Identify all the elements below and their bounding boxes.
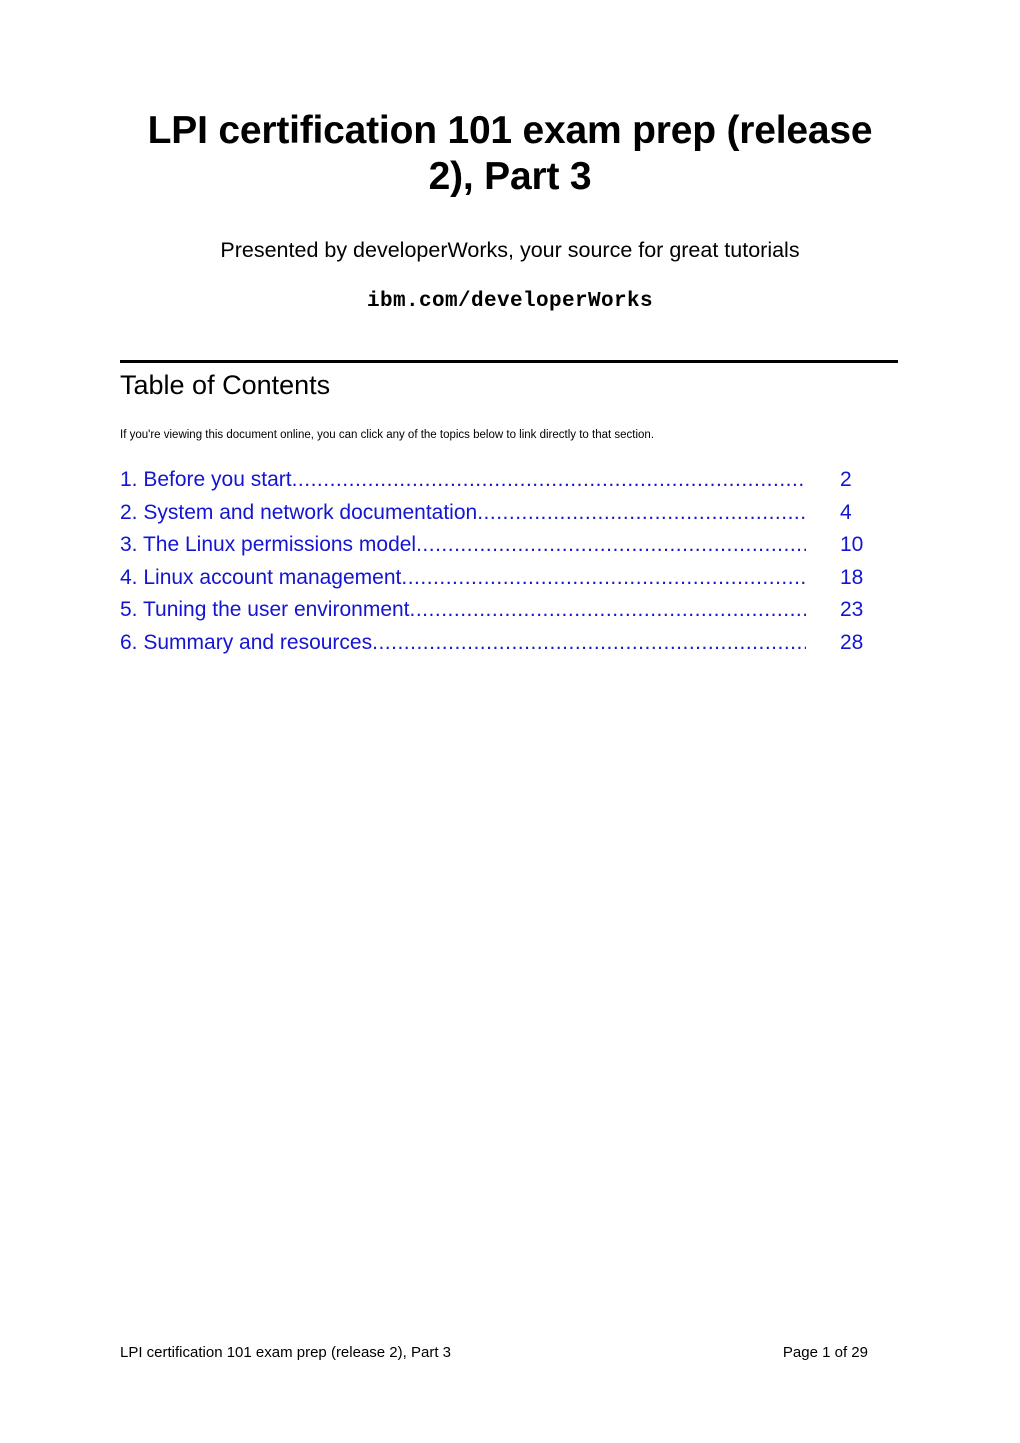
toc-leader-dots: ........................................… xyxy=(477,500,806,524)
toc-link-3[interactable]: 3. The Linux permissions model..........… xyxy=(120,529,806,562)
toc-entry-page: 10 xyxy=(840,533,864,556)
toc-entry-label: 2. System and network documentation xyxy=(120,500,478,524)
toc-entry: 6. Summary and resources................… xyxy=(120,627,898,660)
toc-link-5[interactable]: 5. Tuning the user environment..........… xyxy=(120,594,806,627)
toc-entry: 3. The Linux permissions model..........… xyxy=(120,529,898,562)
toc-entry: 1. Before you start.....................… xyxy=(120,464,898,497)
footer-document-title: LPI certification 101 exam prep (release… xyxy=(120,1344,451,1361)
toc-entry-label: 6. Summary and resources xyxy=(120,630,373,654)
title-block: LPI certification 101 exam prep (release… xyxy=(120,108,900,313)
toc-entry-label: 1. Before you start xyxy=(120,468,292,491)
toc-entry-page: 4 xyxy=(840,500,852,524)
toc-leader-dots: ........................................… xyxy=(409,598,806,621)
page-subtitle: Presented by developerWorks, your source… xyxy=(220,238,800,262)
toc-link-1[interactable]: 1. Before you start.....................… xyxy=(120,464,806,497)
toc-leader-dots: ........................................… xyxy=(416,533,806,556)
toc-entry: 5. Tuning the user environment..........… xyxy=(120,594,898,627)
toc-entry: 4. Linux account management.............… xyxy=(120,562,898,595)
toc-entry-page: 2 xyxy=(840,468,852,491)
toc-entry-page: 23 xyxy=(840,598,864,621)
table-of-contents-heading: Table of Contents xyxy=(120,370,331,400)
toc-leader-dots: ........................................… xyxy=(291,468,806,491)
toc-entry-label: 5. Tuning the user environment xyxy=(120,598,410,621)
toc-entry: 2. System and network documentation.....… xyxy=(120,497,898,530)
section-divider xyxy=(120,360,898,363)
toc-link-6[interactable]: 6. Summary and resources................… xyxy=(120,627,806,660)
table-of-contents-list: 1. Before you start.....................… xyxy=(120,464,898,659)
toc-leader-dots: ........................................… xyxy=(372,630,806,654)
toc-link-4[interactable]: 4. Linux account management.............… xyxy=(120,562,806,595)
developerworks-url: ibm.com/developerWorks xyxy=(366,290,654,313)
footer-page-number: Page 1 of 29 xyxy=(782,1344,868,1361)
toc-entry-label: 3. The Linux permissions model xyxy=(120,533,417,556)
toc-entry-page: 28 xyxy=(840,630,864,654)
page-title: LPI certification 101 exam prep (release… xyxy=(147,109,873,198)
document-page: LPI certification 101 exam prep (release… xyxy=(0,0,1020,1443)
toc-leader-dots: ........................................… xyxy=(401,565,806,589)
toc-entry-page: 18 xyxy=(840,565,864,589)
toc-entry-label: 4. Linux account management xyxy=(120,565,402,589)
page-footer: LPI certification 101 exam prep (release… xyxy=(120,1343,868,1363)
table-of-contents-note: If you're viewing this document online, … xyxy=(120,429,655,441)
toc-link-2[interactable]: 2. System and network documentation.....… xyxy=(120,497,806,530)
